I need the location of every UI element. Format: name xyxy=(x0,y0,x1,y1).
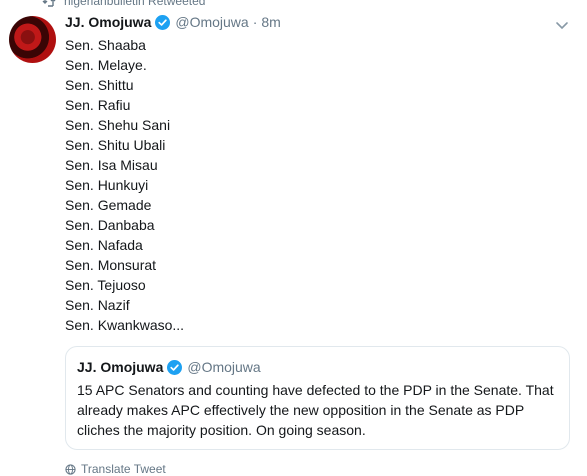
tweet-line: Sen. Nafada xyxy=(65,237,143,253)
chevron-down-icon[interactable] xyxy=(555,21,569,31)
tweet-line: Sen. Shitu Ubali xyxy=(65,137,166,153)
tweet-line: Sen. Hunkuyi xyxy=(65,177,149,193)
verified-badge-icon xyxy=(167,359,183,375)
separator-dot: · xyxy=(252,14,258,30)
quoted-tweet-text: 15 APC Senators and counting have defect… xyxy=(77,382,554,438)
tweet-line: Sen. Isa Misau xyxy=(65,157,158,173)
tweet-line: Sen. Danbaba xyxy=(65,217,155,233)
globe-icon xyxy=(65,463,76,475)
tweet-text: Sen. Shaaba Sen. Melaye. Sen. Shittu Sen… xyxy=(65,35,184,335)
tweet-line: Sen. Shaaba xyxy=(65,37,146,53)
translate-tweet-link[interactable]: Translate Tweet xyxy=(65,462,166,476)
retweeter-link[interactable]: nigerianbulletin Retweeted xyxy=(64,0,205,8)
quoted-author-name: JJ. Omojuwa xyxy=(77,359,164,375)
quoted-tweet-header: JJ. Omojuwa @Omojuwa xyxy=(77,359,261,375)
tweet-header: JJ. Omojuwa @Omojuwa · 8m xyxy=(65,14,281,30)
author-handle[interactable]: @Omojuwa xyxy=(175,14,248,30)
translate-label: Translate Tweet xyxy=(81,462,166,476)
avatar[interactable] xyxy=(9,16,56,63)
verified-badge-icon xyxy=(155,14,171,30)
tweet-line: Sen. Tejuoso xyxy=(65,277,146,293)
tweet-line: Sen. Nazif xyxy=(65,297,130,313)
tweet-line: Sen. Kwankwaso... xyxy=(65,317,185,333)
retweet-context: nigerianbulletin Retweeted xyxy=(42,0,205,8)
tweet-line: Sen. Shittu xyxy=(65,77,134,93)
author-name[interactable]: JJ. Omojuwa xyxy=(65,14,151,30)
tweet-line: Sen. Shehu Sani xyxy=(65,117,171,133)
tweet-timestamp[interactable]: 8m xyxy=(261,14,280,30)
quoted-tweet-card[interactable]: JJ. Omojuwa @Omojuwa 15 APC Senators and… xyxy=(65,346,570,450)
quoted-author-handle: @Omojuwa xyxy=(187,359,261,375)
tweet-line: Sen. Gemade xyxy=(65,197,152,213)
tweet-line: Sen. Rafiu xyxy=(65,97,131,113)
tweet-line: Sen. Melaye. xyxy=(65,57,147,73)
retweet-icon xyxy=(42,0,56,7)
tweet-line: Sen. Monsurat xyxy=(65,257,157,273)
